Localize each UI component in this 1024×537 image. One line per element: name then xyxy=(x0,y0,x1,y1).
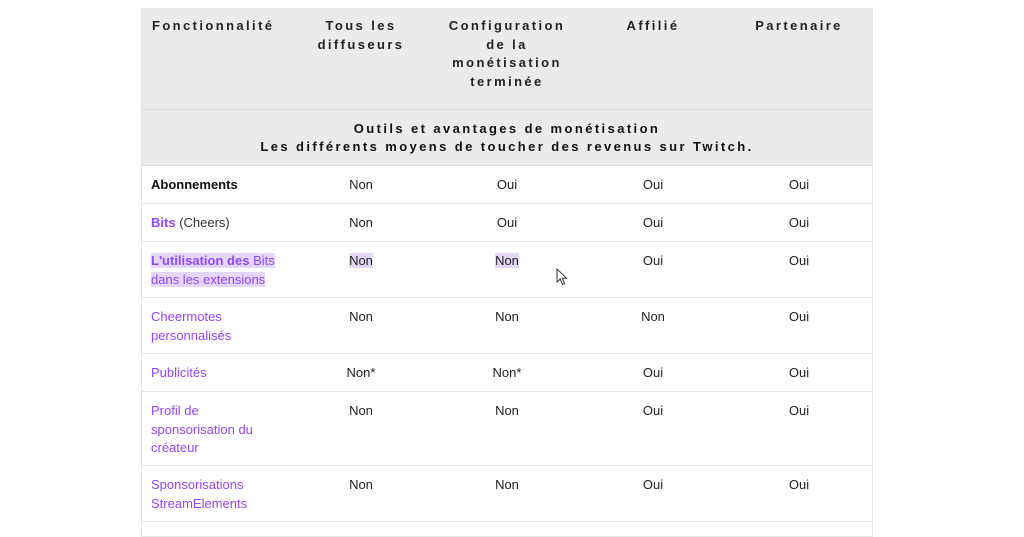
table-row: L'utilisation des Bits dans les extensio… xyxy=(142,241,872,298)
value-cell: Oui xyxy=(726,391,872,466)
mouse-pointer-icon xyxy=(556,268,568,286)
value-cell: Oui xyxy=(580,165,726,204)
value-cell: Oui xyxy=(726,297,872,354)
table-row: Abonnements Non Oui Oui Oui xyxy=(142,165,872,204)
header-feature: Fonctionnalité xyxy=(142,8,288,110)
table-row: Cheermotes personnalisés Non Non Non Oui xyxy=(142,297,872,354)
value-cell: Non xyxy=(434,465,580,522)
value-cell: Oui xyxy=(580,465,726,522)
value-cell: Non xyxy=(288,203,434,242)
bits-link[interactable]: Bits xyxy=(151,215,176,230)
value-cell: Oui xyxy=(580,391,726,466)
value-cell: Oui xyxy=(580,203,726,242)
feature-cell: L'utilisation des Bits dans les extensio… xyxy=(142,241,288,298)
value-cell: Oui xyxy=(434,165,580,204)
value-cell: Oui xyxy=(580,353,726,392)
value-cell: Oui xyxy=(434,203,580,242)
value-cell: Non xyxy=(434,391,580,466)
creator-sponsorship-link[interactable]: Profil de sponsorisation du créateur xyxy=(151,403,253,455)
value-cell: Non xyxy=(288,391,434,466)
feature-cell: Bits (Cheers) xyxy=(142,203,288,242)
header-partner: Partenaire xyxy=(726,8,872,110)
feature-suffix: (Cheers) xyxy=(179,215,230,230)
value-cell: Oui xyxy=(726,203,872,242)
header-all-streamers: Tous les diffuseurs xyxy=(288,8,434,110)
table-row-partial xyxy=(142,521,872,537)
table-row: Profil de sponsorisation du créateur Non… xyxy=(142,391,872,466)
feature-cell: Cheermotes personnalisés xyxy=(142,297,288,354)
monetization-comparison-table: Fonctionnalité Tous les diffuseurs Confi… xyxy=(142,8,872,537)
table-row: Publicités Non* Non* Oui Oui xyxy=(142,353,872,392)
value-cell: Non xyxy=(580,297,726,354)
table-row: Sponsorisations StreamElements Non Non O… xyxy=(142,465,872,522)
header-row: Fonctionnalité Tous les diffuseurs Confi… xyxy=(142,8,872,110)
selected-value: Non xyxy=(495,253,519,268)
feature-cell: Publicités xyxy=(142,353,288,392)
section-cell: Outils et avantages de monétisation Les … xyxy=(142,109,872,166)
custom-cheermotes-link[interactable]: Cheermotes personnalisés xyxy=(151,309,231,343)
value-cell: Non xyxy=(288,297,434,354)
value-cell: Non* xyxy=(434,353,580,392)
value-cell: Non xyxy=(288,465,434,522)
bits-in-extensions-link-part3[interactable]: dans les extensions xyxy=(151,271,266,287)
value-cell: Oui xyxy=(726,165,872,204)
monetization-table-container: Fonctionnalité Tous les diffuseurs Confi… xyxy=(141,8,873,537)
bits-word: Bits xyxy=(253,253,275,268)
value-cell: Oui xyxy=(580,241,726,298)
ads-link[interactable]: Publicités xyxy=(151,365,207,380)
header-monetization-configured: Configuration de la monétisation terminé… xyxy=(434,8,580,110)
value-cell: Oui xyxy=(726,241,872,298)
value-cell: Oui xyxy=(726,353,872,392)
value-cell: Non xyxy=(288,241,434,298)
value-cell: Oui xyxy=(726,465,872,522)
section-row: Outils et avantages de monétisation Les … xyxy=(142,109,872,166)
feature-cell: Abonnements xyxy=(142,165,288,204)
section-title: Outils et avantages de monétisation xyxy=(353,120,661,136)
streamelements-link[interactable]: Sponsorisations StreamElements xyxy=(151,477,247,511)
table-row: Bits (Cheers) Non Oui Oui Oui xyxy=(142,203,872,242)
feature-cell: Profil de sponsorisation du créateur xyxy=(142,391,288,466)
header-affiliate: Affilié xyxy=(580,8,726,110)
section-subtitle: Les différents moyens de toucher des rev… xyxy=(260,138,754,154)
feature-subscriptions: Abonnements xyxy=(151,177,238,192)
value-cell: Non* xyxy=(288,353,434,392)
feature-cell: Sponsorisations StreamElements xyxy=(142,465,288,522)
selected-value: Non xyxy=(349,253,373,268)
bits-in-extensions-link-part2[interactable]: Bits xyxy=(249,253,275,268)
bits-in-extensions-link[interactable]: L'utilisation des xyxy=(151,253,250,268)
partial-row-cell xyxy=(142,521,872,537)
value-cell: Non xyxy=(288,165,434,204)
value-cell: Non xyxy=(434,297,580,354)
table-header: Fonctionnalité Tous les diffuseurs Confi… xyxy=(142,8,872,110)
